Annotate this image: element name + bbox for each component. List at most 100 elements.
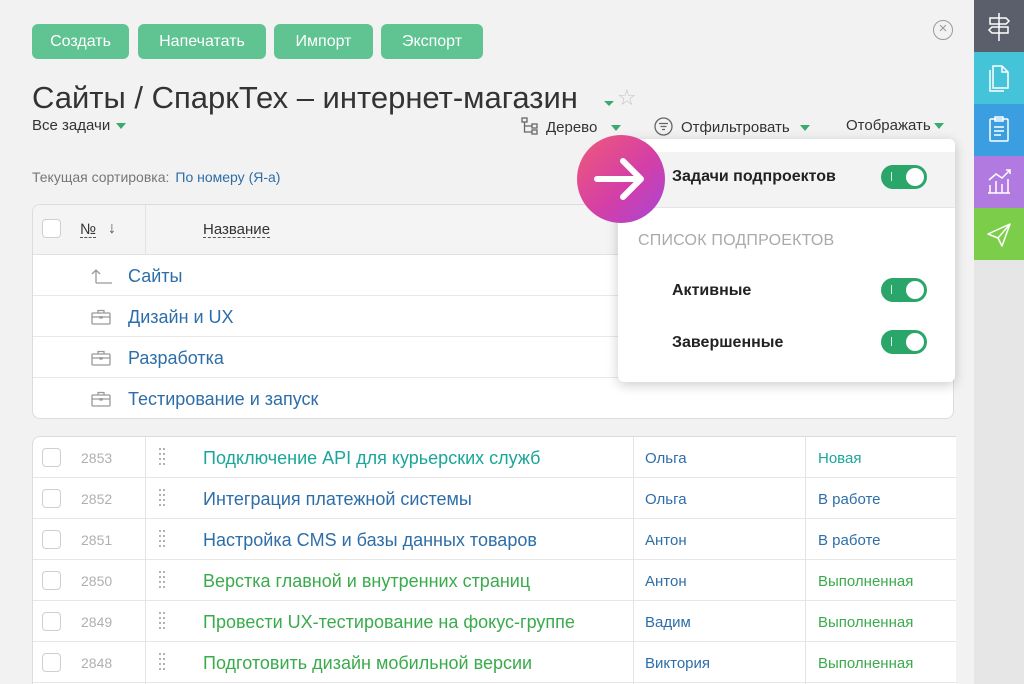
- table-row[interactable]: 2852 Интеграция платежной системы Ольга В р…: [33, 478, 956, 519]
- drag-handle-icon[interactable]: [159, 612, 165, 629]
- active-label: Активные: [672, 282, 752, 299]
- subproject-tasks-label: Задачи подпроектов: [672, 168, 836, 185]
- task-assignee[interactable]: Ольга: [645, 450, 687, 467]
- drag-handle-icon[interactable]: [159, 530, 165, 547]
- import-button[interactable]: Импорт: [274, 24, 373, 59]
- sort-arrow-icon[interactable]: ↓: [108, 220, 116, 238]
- display-dropdown[interactable]: Отображать: [846, 117, 944, 134]
- table-row[interactable]: 2853 Подключение API для курьерских служб…: [33, 437, 956, 478]
- clipboard-icon: [989, 116, 1009, 142]
- task-id: 2849: [81, 614, 113, 630]
- right-sidebar: [974, 0, 1024, 684]
- column-divider: [805, 437, 806, 684]
- display-label: Отображать: [846, 117, 931, 134]
- task-assignee[interactable]: Ольга: [645, 491, 687, 508]
- drag-handle-icon[interactable]: [159, 571, 165, 588]
- project-link[interactable]: Разработка: [128, 348, 224, 369]
- project-link[interactable]: Сайты: [128, 266, 182, 287]
- drag-handle-icon[interactable]: [159, 489, 165, 506]
- display-options-popup: Задачи подпроектов СПИСОК ПОДПРОЕКТОВ Ак…: [618, 139, 955, 382]
- task-assignee[interactable]: Вадим: [645, 614, 691, 631]
- up-arrow-icon: [91, 269, 112, 284]
- arrow-right-icon: [594, 158, 644, 200]
- status-badge[interactable]: В работе: [818, 532, 881, 549]
- drag-handle-icon[interactable]: [159, 653, 165, 670]
- project-row[interactable]: Тестирование и запуск: [33, 378, 953, 418]
- row-checkbox[interactable]: [42, 530, 61, 549]
- status-badge[interactable]: Выполненная: [818, 614, 913, 631]
- send-icon: [987, 223, 1011, 247]
- export-button[interactable]: Экспорт: [381, 24, 483, 59]
- column-divider: [633, 437, 634, 684]
- task-id: 2853: [81, 450, 113, 466]
- task-name-link[interactable]: Интеграция платежной системы: [203, 489, 472, 510]
- chart-icon: [988, 169, 1011, 194]
- column-divider: [145, 437, 146, 684]
- sidebar-item-send[interactable]: [974, 208, 1024, 260]
- task-id: 2852: [81, 491, 113, 507]
- project-link[interactable]: Дизайн и UX: [128, 307, 234, 328]
- chevron-down-icon: [116, 123, 127, 130]
- subproject-tasks-toggle[interactable]: [881, 165, 927, 189]
- task-assignee[interactable]: Антон: [645, 532, 687, 549]
- task-id: 2850: [81, 573, 113, 589]
- chevron-down-icon: [611, 125, 622, 132]
- star-icon[interactable]: ☆: [617, 86, 637, 110]
- task-name-link[interactable]: Верстка главной и внутренних страниц: [203, 571, 530, 592]
- all-tasks-dropdown[interactable]: Все задачи: [32, 117, 127, 134]
- sidebar-item-signpost[interactable]: [974, 0, 1024, 52]
- close-icon[interactable]: ×: [933, 20, 953, 40]
- completed-toggle[interactable]: [881, 330, 927, 354]
- row-checkbox[interactable]: [42, 612, 61, 631]
- task-name-link[interactable]: Провести UX-тестирование на фокус-группе: [203, 612, 575, 633]
- tree-dropdown[interactable]: Дерево: [521, 117, 622, 136]
- all-tasks-label: Все задачи: [32, 117, 111, 134]
- row-checkbox[interactable]: [42, 653, 61, 672]
- task-name-link[interactable]: Настройка CMS и базы данных товаров: [203, 530, 537, 551]
- briefcase-icon: [91, 350, 111, 366]
- status-badge[interactable]: Новая: [818, 450, 861, 467]
- briefcase-icon: [91, 391, 111, 407]
- table-row[interactable]: 2851 Настройка CMS и базы данных товаров А…: [33, 519, 956, 560]
- task-id: 2848: [81, 655, 113, 671]
- table-row[interactable]: 2849 Провести UX-тестирование на фокус-гр…: [33, 601, 956, 642]
- row-checkbox[interactable]: [42, 448, 61, 467]
- active-toggle[interactable]: [881, 278, 927, 302]
- status-badge[interactable]: Выполненная: [818, 655, 913, 672]
- task-assignee[interactable]: Виктория: [645, 655, 710, 672]
- task-name-link[interactable]: Подключение API для курьерских служб: [203, 448, 540, 469]
- print-button[interactable]: Напечатать: [138, 24, 266, 59]
- filter-dropdown[interactable]: Отфильтровать: [654, 117, 810, 136]
- row-checkbox[interactable]: [42, 489, 61, 508]
- status-badge[interactable]: В работе: [818, 491, 881, 508]
- status-badge[interactable]: Выполненная: [818, 573, 913, 590]
- table-row[interactable]: 2850 Верстка главной и внутренних страниц…: [33, 560, 956, 601]
- page-title: Сайты / СпаркТех – интернет-магазин: [32, 80, 578, 115]
- task-name-link[interactable]: Подготовить дизайн мобильной версии: [203, 653, 532, 674]
- sidebar-item-chart[interactable]: [974, 156, 1024, 208]
- completed-label: Завершенные: [672, 334, 784, 351]
- sidebar-item-clipboard[interactable]: [974, 104, 1024, 156]
- row-checkbox[interactable]: [42, 571, 61, 590]
- project-link[interactable]: Тестирование и запуск: [128, 389, 318, 410]
- tasks-table: 2853 Подключение API для курьерских служб…: [32, 436, 956, 684]
- briefcase-icon: [91, 309, 111, 325]
- sorting-info: Текущая сортировка: По номеру (Я-а): [32, 169, 280, 185]
- select-all-checkbox[interactable]: [42, 219, 61, 238]
- column-divider: [145, 205, 146, 254]
- drag-handle-icon[interactable]: [159, 448, 165, 465]
- number-column-header[interactable]: №: [80, 222, 97, 238]
- signpost-icon: [987, 13, 1011, 41]
- chevron-down-icon: [799, 125, 810, 132]
- subprojects-section-title: СПИСОК ПОДПРОЕКТОВ: [638, 232, 835, 249]
- table-row[interactable]: 2848 Подготовить дизайн мобильной версии В…: [33, 642, 956, 683]
- title-dropdown-icon[interactable]: [604, 101, 614, 106]
- filter-icon: [654, 117, 673, 136]
- sidebar-item-documents[interactable]: [974, 52, 1024, 104]
- filter-label: Отфильтровать: [681, 119, 790, 136]
- sorting-value-link[interactable]: По номеру (Я-а): [175, 169, 280, 185]
- create-button[interactable]: Создать: [32, 24, 129, 59]
- task-id: 2851: [81, 532, 113, 548]
- task-assignee[interactable]: Антон: [645, 573, 687, 590]
- name-column-header[interactable]: Название: [203, 222, 271, 238]
